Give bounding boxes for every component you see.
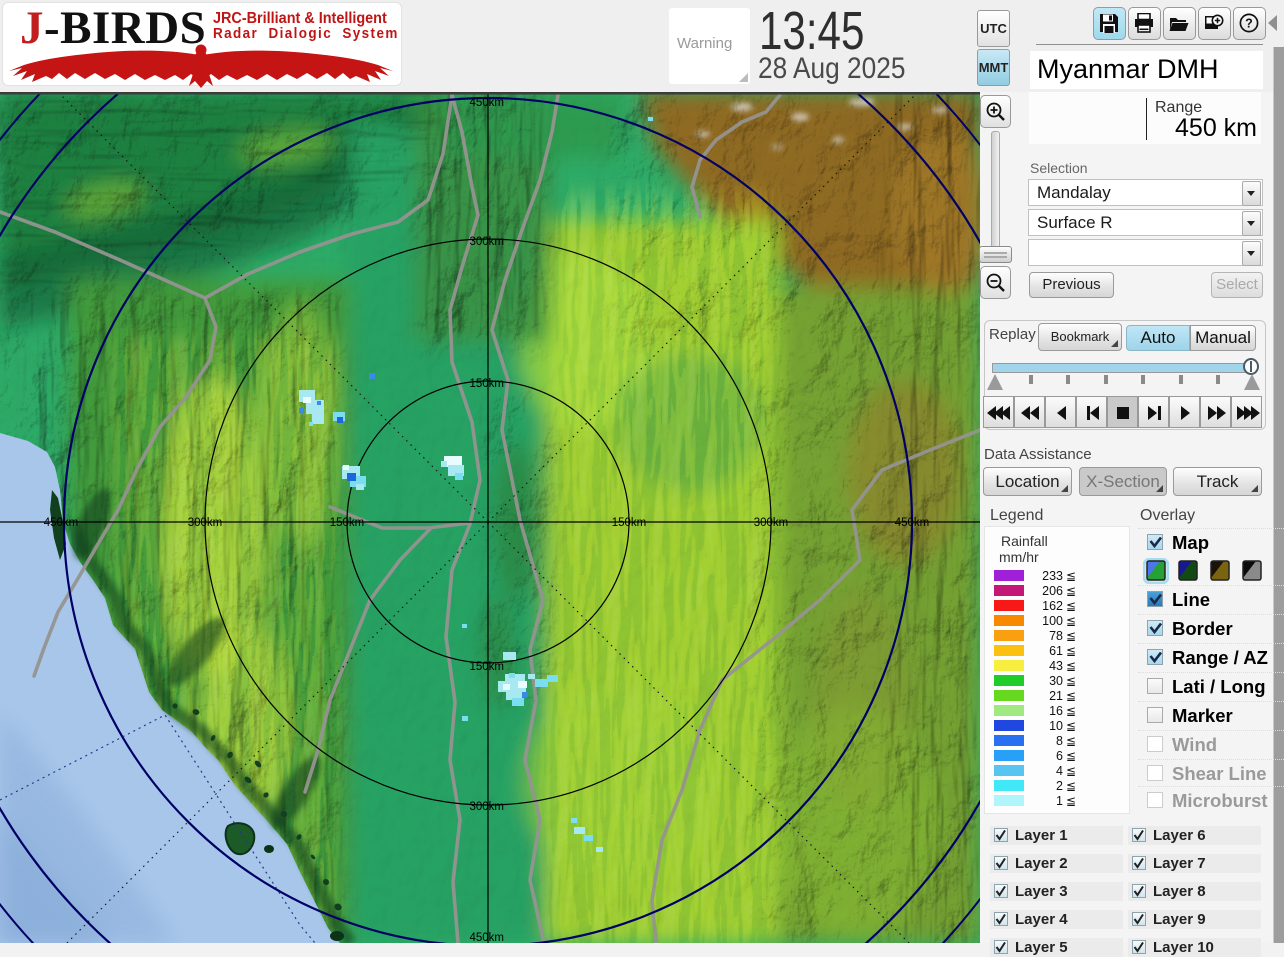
svg-text:150km: 150km — [330, 517, 365, 529]
svg-text:150km: 150km — [469, 661, 504, 673]
svg-text:?: ? — [1245, 17, 1253, 31]
svg-text:450km: 450km — [469, 97, 504, 109]
svg-text:450km: 450km — [469, 932, 504, 943]
svg-text:300km: 300km — [188, 517, 223, 529]
svg-text:300km: 300km — [469, 236, 504, 248]
svg-text:150km: 150km — [612, 517, 647, 529]
svg-text:150km: 150km — [469, 378, 504, 390]
svg-text:300km: 300km — [754, 517, 789, 529]
svg-text:450km: 450km — [44, 517, 79, 529]
svg-text:450km: 450km — [895, 517, 930, 529]
svg-text:300km: 300km — [469, 801, 504, 813]
